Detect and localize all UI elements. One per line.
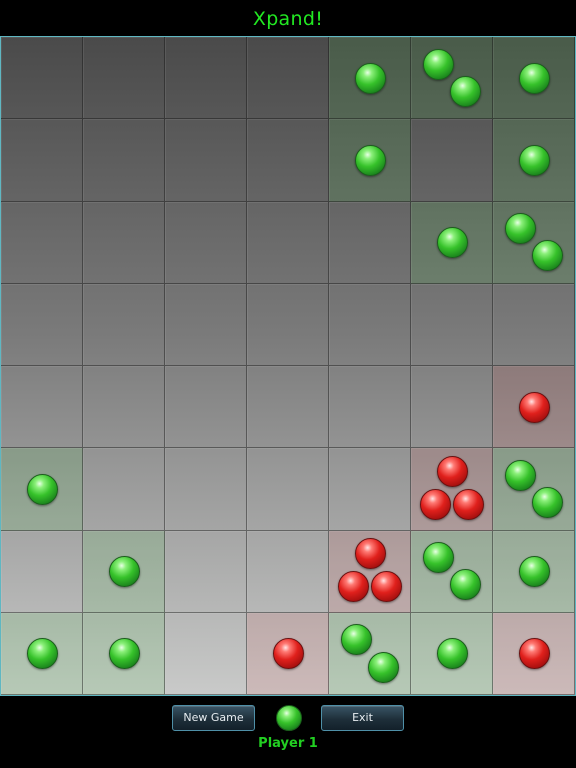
red-ball-icon (354, 538, 386, 570)
board-cell[interactable] (247, 37, 329, 120)
green-ball-icon (340, 624, 372, 656)
green-ball-icon (518, 144, 550, 176)
red-ball-icon (370, 570, 402, 602)
board-cell[interactable] (83, 448, 165, 531)
green-ball-icon (354, 144, 386, 176)
green-ball-icon (531, 240, 563, 272)
board-cell[interactable] (83, 37, 165, 120)
board-cell[interactable] (493, 37, 575, 120)
green-ball-icon (108, 638, 140, 670)
board-cell[interactable] (165, 530, 247, 613)
board-cell[interactable] (329, 201, 411, 284)
current-player-ball-icon (276, 705, 302, 731)
board-cell[interactable] (493, 530, 575, 613)
green-ball-icon (449, 75, 481, 107)
board-cell[interactable] (493, 119, 575, 202)
board-cell[interactable] (1, 119, 83, 202)
board-cell[interactable] (493, 201, 575, 284)
board-cell[interactable] (83, 612, 165, 695)
board-cell[interactable] (1, 448, 83, 531)
red-ball-icon (338, 570, 370, 602)
exit-button[interactable]: Exit (321, 705, 404, 731)
board-cell[interactable] (165, 612, 247, 695)
board-cell[interactable] (247, 612, 329, 695)
green-ball-icon (367, 651, 399, 683)
game-board (0, 36, 576, 696)
current-player-label: Player 1 (258, 736, 318, 751)
board-cell[interactable] (411, 283, 493, 366)
board-cell[interactable] (247, 448, 329, 531)
green-ball-icon (26, 638, 58, 670)
board-cell[interactable] (411, 612, 493, 695)
board-cell[interactable] (411, 201, 493, 284)
board-cell[interactable] (83, 530, 165, 613)
board-cell[interactable] (165, 283, 247, 366)
board-cell[interactable] (165, 201, 247, 284)
board-cell[interactable] (411, 530, 493, 613)
red-ball-icon (420, 488, 452, 520)
board-cell[interactable] (493, 283, 575, 366)
board-cell[interactable] (493, 448, 575, 531)
green-ball-icon (422, 542, 454, 574)
green-ball-icon (449, 569, 481, 601)
board-cell[interactable] (247, 201, 329, 284)
footer-controls: New Game Exit Player 1 (0, 696, 576, 768)
green-ball-icon (436, 227, 468, 259)
board-cell[interactable] (1, 530, 83, 613)
green-ball-icon (531, 487, 563, 519)
board-cell[interactable] (329, 119, 411, 202)
board-cell[interactable] (1, 366, 83, 449)
board-cell[interactable] (83, 201, 165, 284)
green-ball-icon (504, 459, 536, 491)
board-cell[interactable] (329, 37, 411, 120)
red-ball-icon (452, 488, 484, 520)
board-cell[interactable] (165, 448, 247, 531)
green-ball-icon (504, 213, 536, 245)
board-cell[interactable] (411, 366, 493, 449)
green-ball-icon (436, 638, 468, 670)
board-cell[interactable] (411, 37, 493, 120)
board-cell[interactable] (165, 366, 247, 449)
board-cell[interactable] (83, 283, 165, 366)
green-ball-icon (26, 473, 58, 505)
new-game-button[interactable]: New Game (172, 705, 255, 731)
board-cell[interactable] (329, 612, 411, 695)
red-ball-icon (272, 638, 304, 670)
board-cell[interactable] (329, 283, 411, 366)
board-cell[interactable] (83, 366, 165, 449)
board-cell[interactable] (247, 283, 329, 366)
game-title: Xpand! (252, 8, 324, 30)
board-cell[interactable] (1, 283, 83, 366)
green-ball-icon (422, 48, 454, 80)
green-ball-icon (518, 556, 550, 588)
board-cell[interactable] (493, 366, 575, 449)
board-cell[interactable] (247, 530, 329, 613)
board-cell[interactable] (411, 448, 493, 531)
board-cell[interactable] (1, 612, 83, 695)
board-cell[interactable] (493, 612, 575, 695)
board-cell[interactable] (329, 530, 411, 613)
board-cell[interactable] (165, 119, 247, 202)
red-ball-icon (436, 455, 468, 487)
red-ball-icon (518, 391, 550, 423)
board-cell[interactable] (247, 366, 329, 449)
board-cell[interactable] (165, 37, 247, 120)
green-ball-icon (108, 556, 140, 588)
board-cell[interactable] (329, 366, 411, 449)
board-cell[interactable] (329, 448, 411, 531)
green-ball-icon (354, 62, 386, 94)
board-cell[interactable] (1, 37, 83, 120)
board-cell[interactable] (411, 119, 493, 202)
board-cell[interactable] (1, 201, 83, 284)
board-cell[interactable] (247, 119, 329, 202)
red-ball-icon (518, 638, 550, 670)
green-ball-icon (518, 62, 550, 94)
board-cell[interactable] (83, 119, 165, 202)
